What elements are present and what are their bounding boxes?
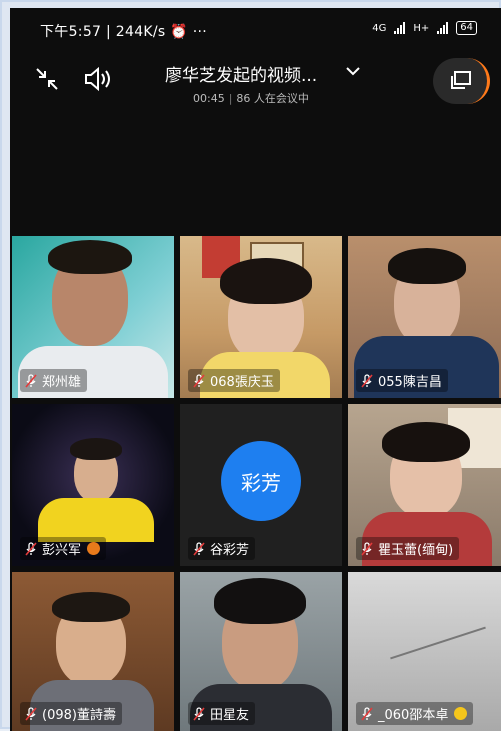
participant-name: (098)董詩壽 — [42, 708, 116, 723]
participant-name-tag: 055陳吉昌 — [356, 369, 448, 392]
minimize-icon[interactable] — [32, 64, 62, 94]
mic-muted-icon — [361, 373, 373, 388]
meeting-header: 廖华芝发起的视频... 00:45 | 86 人在会议中 — [10, 52, 501, 116]
participant-hair — [382, 422, 470, 462]
video-tile[interactable]: 田星友 — [180, 572, 342, 731]
participant-name-tag: 谷彩芳 — [188, 537, 256, 560]
participant-name-tag: 郑州雄 — [20, 369, 88, 392]
participant-hair — [52, 592, 130, 622]
mic-muted-icon — [193, 373, 205, 388]
network-type-1: 4G — [372, 22, 387, 34]
participant-name-tag: 彭兴军 — [20, 537, 107, 560]
ceiling-line — [390, 626, 486, 660]
video-tile[interactable]: 彭兴军 — [12, 404, 174, 566]
signal-icon — [394, 22, 406, 34]
network-speed: 244K/s — [115, 24, 166, 40]
video-tile[interactable]: 郑州雄 — [12, 236, 174, 398]
avatar: 彩芳 — [221, 441, 301, 521]
mic-muted-icon — [25, 373, 37, 388]
clock: 下午5:57 — [40, 24, 102, 40]
participant-name: 郑州雄 — [42, 375, 82, 390]
participant-name: 彭兴军 — [42, 543, 82, 558]
participant-name: 055陳吉昌 — [378, 375, 442, 390]
video-tile[interactable]: (098)董詩壽 — [12, 572, 174, 731]
participant-name-tag: 068張庆玉 — [188, 369, 280, 392]
video-tile[interactable]: 彩芳 谷彩芳 — [180, 404, 342, 566]
participant-shirt — [38, 498, 154, 542]
signal-icon-2 — [437, 22, 449, 34]
battery-icon: 64 — [456, 21, 477, 35]
status-left: 下午5:57 | 244K/s ⏰ ··· — [40, 21, 207, 41]
participant-hair — [220, 258, 312, 304]
chevron-down-icon[interactable] — [346, 62, 360, 81]
screenshot-frame: 下午5:57 | 244K/s ⏰ ··· 4G H+ 64 廖华芝发起的视频.… — [0, 0, 501, 731]
mic-muted-icon — [193, 541, 205, 556]
alarm-icon: ⏰ ··· — [170, 24, 208, 40]
phone-screen: 下午5:57 | 244K/s ⏰ ··· 4G H+ 64 廖华芝发起的视频.… — [10, 8, 501, 731]
smile-emoji-icon — [454, 707, 468, 720]
participant-hair — [48, 240, 132, 274]
video-tile[interactable]: 瞿玉蕾(缅甸) — [348, 404, 501, 566]
mic-muted-icon — [361, 706, 373, 721]
mic-muted-icon — [193, 706, 205, 721]
info-separator: | — [228, 92, 233, 105]
mic-muted-icon — [25, 541, 37, 556]
meeting-duration: 00:45 — [193, 92, 225, 105]
picture-in-picture-button[interactable] — [433, 58, 490, 104]
participant-name-tag: (098)董詩壽 — [20, 702, 122, 725]
participant-hair — [388, 248, 466, 284]
status-bar: 下午5:57 | 244K/s ⏰ ··· 4G H+ 64 — [10, 8, 501, 48]
video-tile[interactable]: _060邵本卓 — [348, 572, 501, 731]
participant-hair — [214, 578, 306, 624]
participant-name: 瞿玉蕾(缅甸) — [378, 543, 454, 558]
mic-muted-icon — [25, 706, 37, 721]
participant-name: 田星友 — [210, 708, 250, 723]
video-tile[interactable]: 055陳吉昌 — [348, 236, 501, 398]
speaker-icon[interactable] — [82, 64, 114, 94]
participant-name: 068張庆玉 — [210, 375, 274, 390]
participant-name-tag: _060邵本卓 — [356, 702, 474, 725]
meeting-info: 00:45 | 86 人在会议中 — [193, 90, 309, 106]
participant-name-tag: 瞿玉蕾(缅甸) — [356, 537, 460, 560]
meeting-title[interactable]: 廖华芝发起的视频... — [165, 61, 317, 86]
participant-name: _060邵本卓 — [378, 708, 449, 723]
window-icon — [451, 71, 471, 89]
video-grid: 郑州雄 068張庆玉 055陳吉昌 彭兴军 彩芳 谷彩芳 瞿玉蕾(缅甸) (09… — [10, 236, 501, 731]
status-right: 4G H+ 64 — [372, 21, 477, 35]
participant-name-tag: 田星友 — [188, 702, 256, 725]
status-separator: | — [106, 24, 116, 40]
participant-name: 谷彩芳 — [210, 543, 250, 558]
participant-count: 86 人在会议中 — [236, 92, 309, 105]
basketball-icon — [87, 542, 101, 555]
participant-hair — [70, 438, 122, 460]
video-tile[interactable]: 068張庆玉 — [180, 236, 342, 398]
network-type-2: H+ — [413, 22, 430, 34]
mic-muted-icon — [361, 541, 373, 556]
